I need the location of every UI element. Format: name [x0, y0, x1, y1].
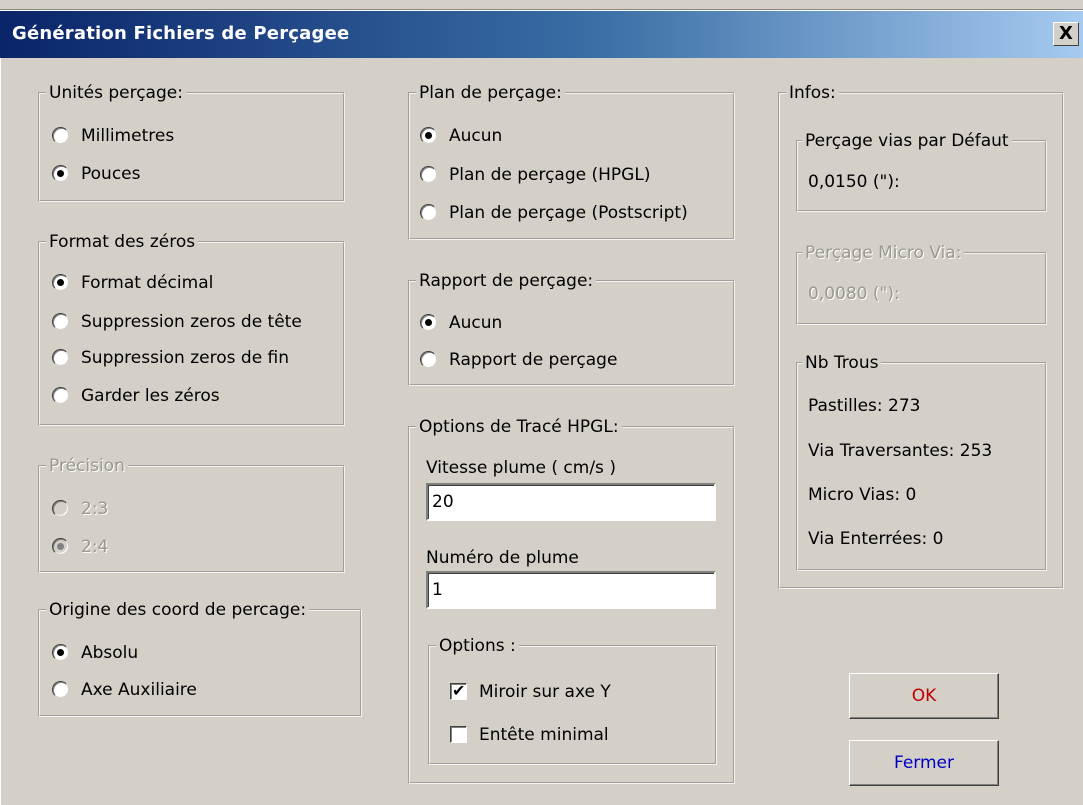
infos-legend: Infos:: [786, 83, 839, 103]
top-strip: [0, 0, 1083, 10]
zero-format-group: Format des zéros Format décimal Suppress…: [38, 232, 345, 426]
close-window-button[interactable]: X: [1053, 22, 1079, 46]
default-via-value: 0,0150 ("):: [808, 172, 900, 192]
default-via-group: Perçage vias par Défaut 0,0150 ("):: [796, 131, 1047, 212]
drill-map-legend: Plan de perçage:: [416, 83, 565, 103]
radio-circle: [420, 351, 437, 368]
title-bar[interactable]: Génération Fichiers de Perçagee X: [0, 10, 1083, 58]
checkbox-box: [450, 726, 467, 743]
pen-speed-input[interactable]: 20: [426, 483, 716, 521]
default-via-legend: Perçage vias par Défaut: [802, 131, 1012, 151]
radio-circle: [52, 127, 69, 144]
zero-format-legend: Format des zéros: [46, 232, 199, 252]
micro-vias-count: Micro Vias: 0: [808, 485, 917, 505]
micro-via-legend: Perçage Micro Via:: [802, 243, 965, 263]
pen-speed-label: Vitesse plume ( cm/s ): [426, 458, 616, 478]
window-left-edge: [0, 58, 20, 805]
hpgl-options-group: Options de Tracé HPGL: Vitesse plume ( c…: [408, 417, 735, 784]
radio-circle: [420, 127, 437, 144]
hpgl-options-legend: Options de Tracé HPGL:: [416, 417, 622, 437]
pads-count: Pastilles: 273: [808, 396, 921, 416]
precision-group: Précision 2:3 2:4: [38, 456, 345, 573]
infos-group: Infos: Perçage vias par Défaut 0,0150 ("…: [778, 83, 1064, 589]
pen-number-input[interactable]: 1: [426, 571, 716, 609]
precision-legend: Précision: [46, 456, 128, 476]
radio-circle: [52, 274, 69, 291]
radio-circle: [52, 538, 69, 555]
micro-via-group: Perçage Micro Via: 0,0080 ("):: [796, 243, 1047, 325]
pen-number-label: Numéro de plume: [426, 548, 579, 568]
units-group: Unités perçage: Millimetres Pouces: [38, 83, 345, 202]
drill-report-group: Rapport de perçage: Aucun Rapport de per…: [408, 271, 735, 386]
through-vias-count: Via Traversantes: 253: [808, 441, 993, 461]
sub-options-legend: Options :: [436, 636, 519, 656]
hpgl-sub-options-group: Options : Miroir sur axe Y Entête minima…: [428, 636, 717, 765]
checkbox-box: [450, 680, 467, 702]
micro-via-value: 0,0080 ("):: [808, 284, 900, 304]
radio-circle: [52, 387, 69, 404]
radio-circle: [420, 204, 437, 221]
radio-circle: [420, 166, 437, 183]
origin-group: Origine des coord de percage: Absolu Axe…: [38, 600, 362, 717]
radio-circle: [52, 681, 69, 698]
origin-legend: Origine des coord de percage:: [46, 600, 310, 620]
drill-map-group: Plan de perçage: Aucun Plan de perçage (…: [408, 83, 735, 240]
radio-circle: [420, 314, 437, 331]
holes-legend: Nb Trous: [802, 353, 882, 373]
radio-circle: [52, 165, 69, 182]
holes-count-group: Nb Trous Pastilles: 273 Via Traversantes…: [796, 353, 1047, 571]
radio-circle: [52, 349, 69, 366]
radio-circle: [52, 644, 69, 661]
radio-circle: [52, 313, 69, 330]
window-title: Génération Fichiers de Perçagee: [12, 23, 350, 44]
drill-report-legend: Rapport de perçage:: [416, 271, 597, 291]
close-button[interactable]: Fermer: [849, 740, 999, 786]
radio-circle: [52, 500, 69, 517]
buried-vias-count: Via Enterrées: 0: [808, 529, 944, 549]
ok-button[interactable]: OK: [849, 673, 999, 719]
units-legend: Unités perçage:: [46, 83, 186, 103]
